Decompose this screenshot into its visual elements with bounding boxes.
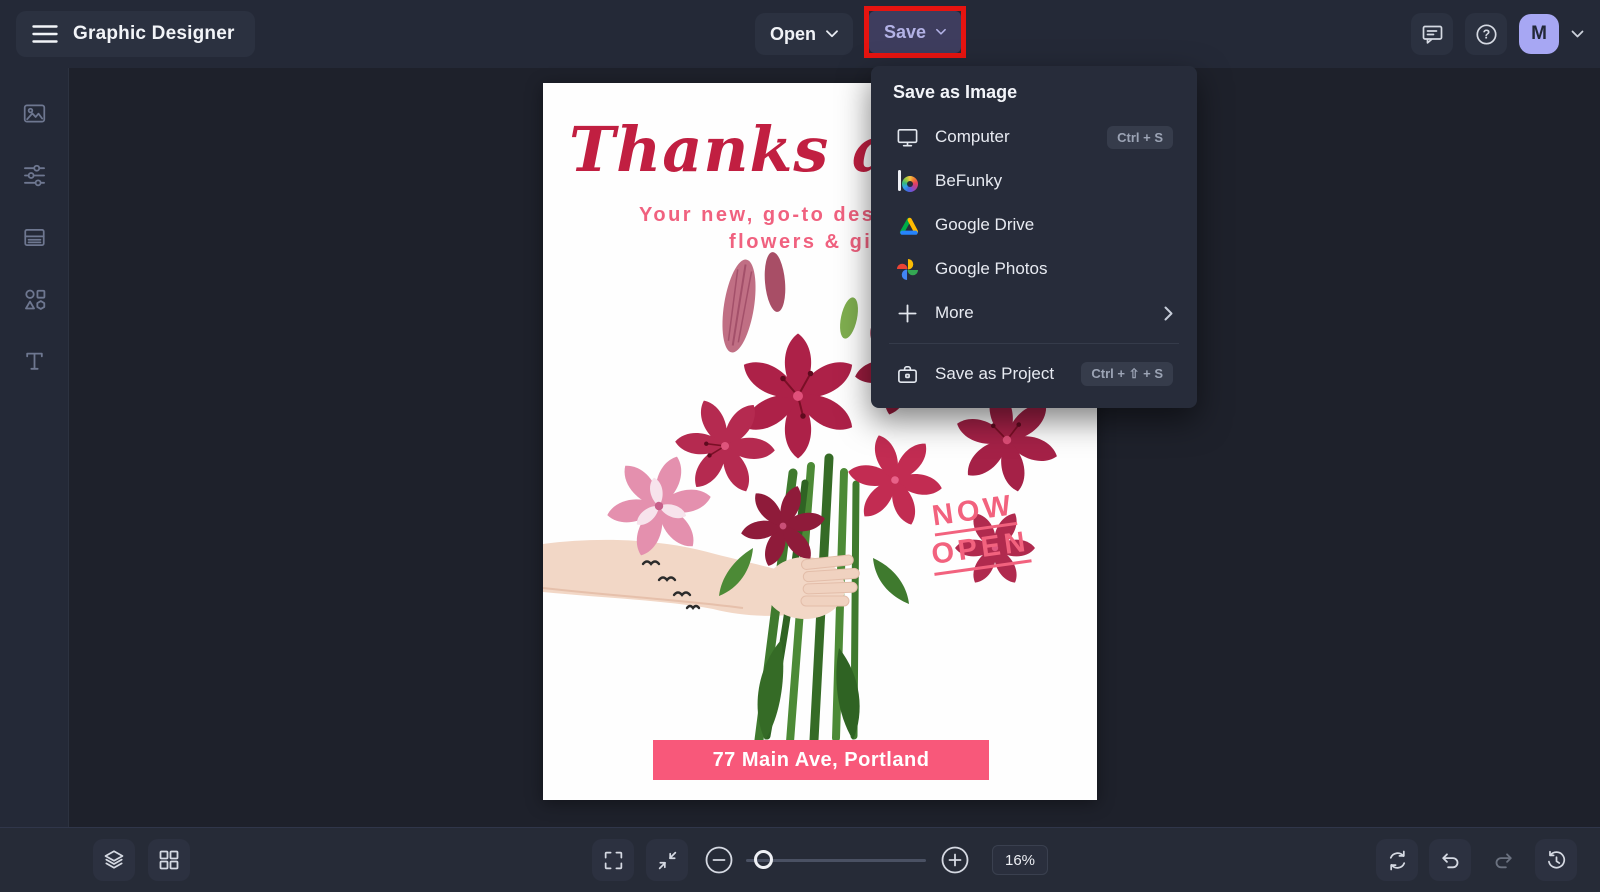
menu-item-computer[interactable]: Computer Ctrl + S <box>885 115 1183 159</box>
zoom-out-button[interactable] <box>704 845 734 875</box>
collapse-icon <box>658 851 676 869</box>
reset-button[interactable] <box>1376 839 1418 881</box>
menu-item-google-drive[interactable]: Google Drive <box>885 203 1183 247</box>
pages-grid-button[interactable] <box>148 839 190 881</box>
topbar-right-group: ? M <box>1411 13 1584 55</box>
tools-sidebar <box>0 68 69 827</box>
workspace: Thanks a Your new, go-to des flowers & g… <box>69 68 1600 827</box>
zoom-level-field[interactable]: 16% <box>992 845 1048 875</box>
bottombar-center-group: 16% <box>592 839 1048 881</box>
user-avatar[interactable]: M <box>1519 14 1559 54</box>
zoom-slider[interactable] <box>746 849 926 871</box>
save-highlight-annotation: Save <box>864 6 966 58</box>
befunky-icon <box>895 170 919 192</box>
menu-item-label: BeFunky <box>935 171 1003 190</box>
open-button[interactable]: Open <box>755 13 854 55</box>
fit-to-screen-button[interactable] <box>646 839 688 881</box>
zoom-slider-track[interactable] <box>746 859 926 862</box>
now-open-stamp[interactable]: NOW OPEN <box>930 489 1032 576</box>
app-title: Graphic Designer <box>73 23 235 44</box>
open-button-label: Open <box>770 23 817 44</box>
images-icon <box>23 103 45 123</box>
top-bar: Graphic Designer Open Save ? M <box>0 0 1600 68</box>
chevron-right-icon <box>1164 306 1173 321</box>
menu-item-befunky[interactable]: BeFunky <box>885 159 1183 203</box>
menu-item-label: Google Drive <box>935 215 1035 234</box>
menu-item-label: Google Photos <box>935 259 1048 278</box>
zoom-level-value: 16% <box>1004 851 1036 869</box>
templates-icon <box>23 228 45 246</box>
layers-icon <box>104 850 124 869</box>
hamburger-icon <box>32 25 58 43</box>
plus-icon <box>895 303 919 324</box>
undo-icon <box>1441 852 1458 868</box>
help-button[interactable]: ? <box>1465 13 1507 55</box>
menu-divider <box>889 343 1179 344</box>
fullscreen-button[interactable] <box>592 839 634 881</box>
bottombar-left-group <box>93 839 190 881</box>
sidebar-item-images[interactable] <box>13 92 55 134</box>
text-icon <box>25 352 43 370</box>
fullscreen-icon <box>604 851 622 869</box>
design-subtitle-line1[interactable]: Your new, go-to des <box>639 204 875 227</box>
redo-icon <box>1495 852 1512 868</box>
address-text: 77 Main Ave, Portland <box>712 748 930 771</box>
zoom-in-button[interactable] <box>940 845 970 875</box>
account-menu-chevron[interactable] <box>1571 30 1584 39</box>
redo-button[interactable] <box>1482 839 1524 881</box>
layers-button[interactable] <box>93 839 135 881</box>
sidebar-item-edit[interactable] <box>13 154 55 196</box>
shortcut-badge: Ctrl + S <box>1107 125 1173 149</box>
question-icon: ? <box>1475 23 1497 45</box>
menu-item-google-photos[interactable]: Google Photos <box>885 247 1183 291</box>
save-button[interactable]: Save <box>869 11 961 53</box>
chevron-down-icon <box>826 30 838 38</box>
save-menu-header: Save as Image <box>893 82 1018 102</box>
history-clock-icon <box>1547 850 1565 869</box>
google-photos-icon <box>895 258 919 281</box>
chevron-down-icon <box>1571 30 1584 37</box>
sidebar-item-templates[interactable] <box>13 216 55 258</box>
app-root: Graphic Designer Open Save ? M Thanks a … <box>0 0 1600 892</box>
save-menu: Save as Image Computer Ctrl + S BeFunky … <box>871 66 1197 408</box>
shortcut-badge: Ctrl + ⇧ + S <box>1081 362 1173 386</box>
minus-circle-icon <box>705 846 733 874</box>
plus-circle-icon <box>941 846 969 874</box>
address-banner[interactable]: 77 Main Ave, Portland <box>653 740 989 780</box>
briefcase-icon <box>895 363 919 386</box>
graphics-shapes-icon <box>24 289 45 310</box>
chevron-down-icon <box>936 28 946 35</box>
menu-item-label: More <box>935 303 974 322</box>
main-menu-button[interactable]: Graphic Designer <box>16 11 255 57</box>
sync-icon <box>1389 850 1405 870</box>
sidebar-item-graphics[interactable] <box>13 278 55 320</box>
bottombar-right-group <box>1376 839 1577 881</box>
google-drive-icon <box>895 214 919 236</box>
history-button[interactable] <box>1535 839 1577 881</box>
save-button-label: Save <box>884 21 927 42</box>
svg-text:?: ? <box>1482 27 1490 41</box>
comment-icon <box>1422 25 1442 44</box>
edit-sliders-icon <box>23 164 45 186</box>
avatar-initial: M <box>1531 23 1547 44</box>
design-headline[interactable]: Thanks a <box>569 113 893 186</box>
menu-item-save-as-project[interactable]: Save as Project Ctrl + ⇧ + S <box>885 352 1183 396</box>
bottom-bar: 16% <box>0 827 1600 892</box>
menu-item-label: Save as Project <box>935 364 1055 383</box>
menu-item-label: Computer <box>935 127 1010 146</box>
computer-icon <box>895 126 919 149</box>
feedback-button[interactable] <box>1411 13 1453 55</box>
zoom-slider-handle[interactable] <box>754 850 773 869</box>
grid-icon <box>159 850 179 870</box>
sidebar-item-text[interactable] <box>13 340 55 382</box>
undo-button[interactable] <box>1429 839 1471 881</box>
menu-item-more[interactable]: More <box>885 291 1183 335</box>
